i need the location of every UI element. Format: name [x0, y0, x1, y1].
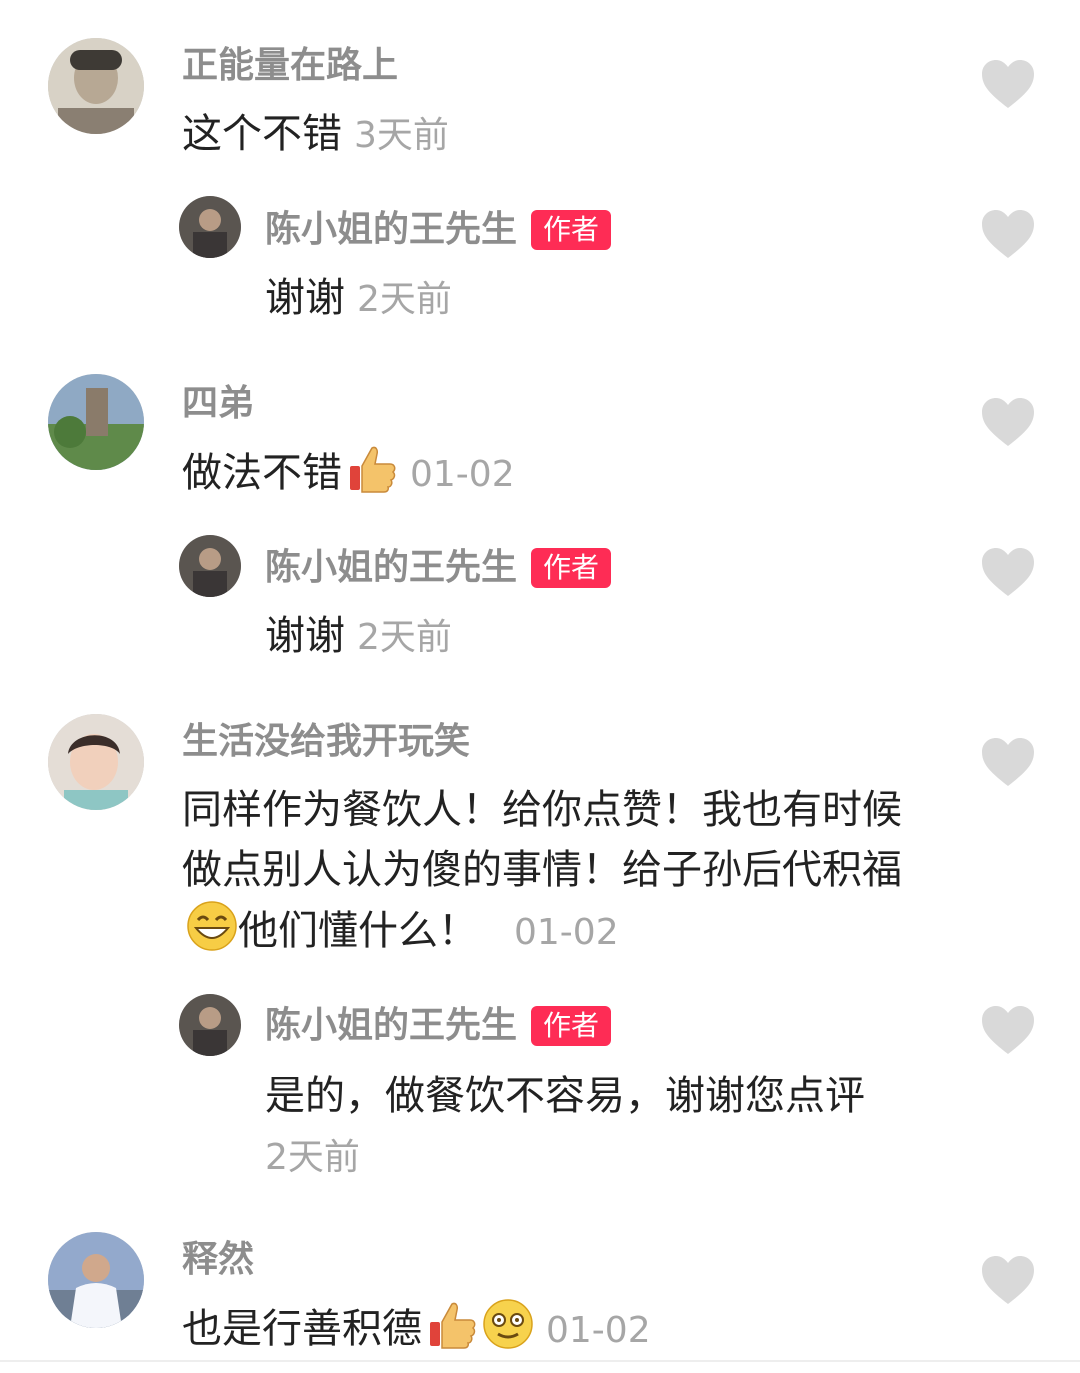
grin-emoji-icon [186, 900, 238, 952]
author-badge: 作者 [531, 210, 612, 250]
reply-text: 谢谢 2天前 [265, 606, 452, 668]
reply-name-text: 陈小姐的王先生 [265, 547, 518, 588]
heart-icon[interactable] [980, 736, 1036, 788]
heart-icon[interactable] [980, 208, 1036, 260]
commenter-name[interactable]: 正能量在路上 [182, 44, 398, 88]
reply-author-name[interactable]: 陈小姐的王先生 作者 [265, 208, 612, 252]
comment-time: 01-02 [546, 1310, 651, 1351]
comment-text: 同样作为餐饮人！给你点赞！我也有时候做点别人认为傻的事情！给子孙后代积福他们懂什… [182, 780, 922, 963]
avatar[interactable] [48, 38, 144, 134]
commenter-name[interactable]: 生活没给我开玩笑 [182, 720, 470, 764]
thumbs-up-icon [346, 442, 398, 494]
comment-body-continued: 他们懂什么！ [238, 908, 478, 954]
comment-body: 同样作为餐饮人！给你点赞！我也有时候做点别人认为傻的事情！给子孙后代积福 [182, 787, 902, 893]
reply-avatar[interactable] [179, 196, 241, 258]
reply-name-text: 陈小姐的王先生 [265, 1005, 518, 1046]
heart-icon[interactable] [980, 396, 1036, 448]
reply-time: 2天前 [265, 1137, 360, 1178]
thumbs-up-icon [426, 1298, 478, 1350]
reply-author-name[interactable]: 陈小姐的王先生 作者 [265, 546, 612, 590]
reply-avatar[interactable] [179, 535, 241, 597]
heart-icon[interactable] [980, 1254, 1036, 1306]
comment-text: 也是行善积德 01-02 [182, 1298, 651, 1361]
divider [0, 1360, 1080, 1362]
reply-author-name[interactable]: 陈小姐的王先生 作者 [265, 1004, 612, 1048]
commenter-name[interactable]: 释然 [182, 1238, 254, 1282]
comment-text: 这个不错 3天前 [182, 104, 449, 166]
reply-text: 是的，做餐饮不容易，谢谢您点评 [265, 1073, 865, 1119]
reply-name-text: 陈小姐的王先生 [265, 209, 518, 250]
reply-time: 2天前 [357, 617, 452, 658]
heart-icon[interactable] [980, 58, 1036, 110]
comment-time: 01-02 [410, 454, 515, 495]
commenter-name[interactable]: 四弟 [182, 382, 254, 426]
comment-time: 01-02 [514, 912, 619, 953]
avatar[interactable] [48, 714, 144, 810]
comment-body: 做法不错 [182, 450, 342, 496]
comment-text: 做法不错 01-02 [182, 442, 515, 505]
reply-time-line: 2天前 [265, 1126, 360, 1188]
heart-icon[interactable] [980, 1004, 1036, 1056]
reply-body: 谢谢 [265, 275, 345, 321]
author-badge: 作者 [531, 1006, 612, 1046]
comment-body: 这个不错 [182, 111, 342, 157]
reply-text: 谢谢 2天前 [265, 268, 452, 330]
reply-avatar[interactable] [179, 994, 241, 1056]
author-badge: 作者 [531, 548, 612, 588]
avatar[interactable] [48, 1232, 144, 1328]
heart-icon[interactable] [980, 546, 1036, 598]
reply-body: 谢谢 [265, 613, 345, 659]
reply-time: 2天前 [357, 279, 452, 320]
comment-body: 也是行善积德 [182, 1306, 422, 1352]
dizzy-smile-emoji-icon [482, 1298, 534, 1350]
avatar[interactable] [48, 374, 144, 470]
comment-time: 3天前 [354, 115, 449, 156]
